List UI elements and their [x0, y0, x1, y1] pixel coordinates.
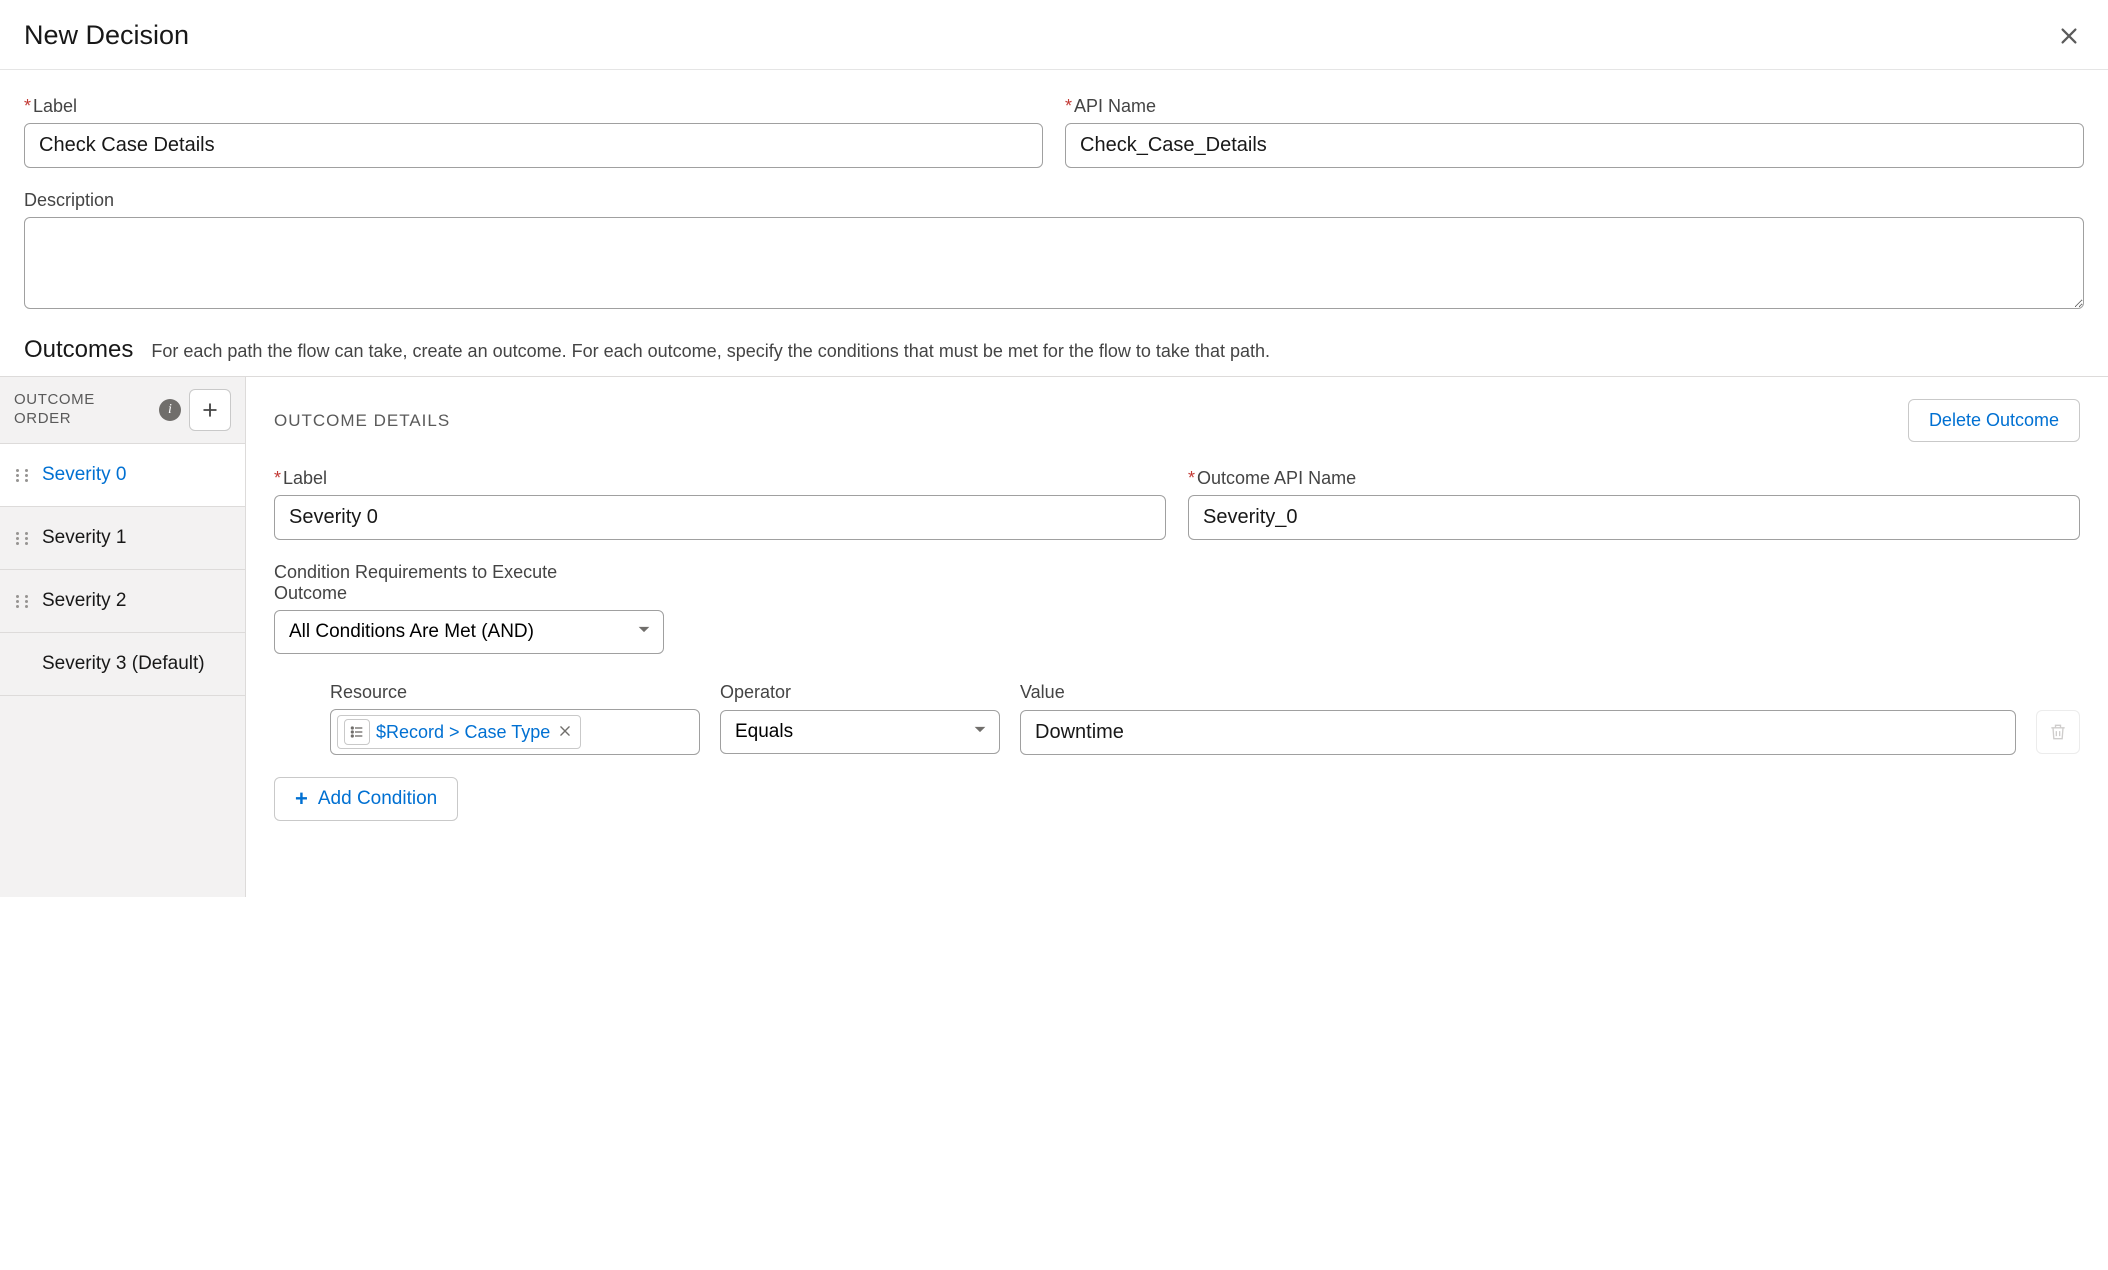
close-icon	[558, 724, 572, 738]
api-name-field-label: *API Name	[1065, 96, 2084, 117]
sidebar-item-severity-3-default[interactable]: Severity 3 (Default)	[0, 633, 245, 696]
drag-handle-icon[interactable]	[16, 532, 28, 545]
add-condition-label: Add Condition	[318, 788, 437, 810]
resource-input[interactable]: $Record > Case Type	[330, 709, 700, 755]
label-input[interactable]	[24, 123, 1043, 168]
sidebar-item-severity-0[interactable]: Severity 0	[0, 444, 245, 507]
label-field-label: *Label	[24, 96, 1043, 117]
delete-condition-button[interactable]	[2036, 710, 2080, 754]
value-input[interactable]	[1020, 710, 2016, 755]
description-input[interactable]	[24, 217, 2084, 309]
condition-row: $Record > Case Type Equals	[274, 709, 2080, 755]
plus-icon	[200, 400, 220, 420]
close-icon	[2058, 25, 2080, 47]
resource-column-label: Resource	[330, 682, 700, 703]
trash-icon	[2048, 722, 2068, 742]
outcome-api-name-field-label: *Outcome API Name	[1188, 468, 2080, 489]
condition-requirements-label: Condition Requirements to Execute Outcom…	[274, 562, 594, 604]
plus-icon: +	[295, 788, 308, 810]
api-name-input[interactable]	[1065, 123, 2084, 168]
sidebar-item-label: Severity 0	[42, 464, 126, 486]
description-field-label: Description	[24, 190, 2084, 211]
operator-column-label: Operator	[720, 682, 1000, 703]
sidebar-item-label: Severity 1	[42, 527, 126, 549]
delete-outcome-button[interactable]: Delete Outcome	[1908, 399, 2080, 442]
sidebar-item-label: Severity 3 (Default)	[42, 653, 205, 675]
close-button[interactable]	[2054, 21, 2084, 51]
outcome-label-input[interactable]	[274, 495, 1166, 540]
sidebar-item-severity-1[interactable]: Severity 1	[0, 507, 245, 570]
sidebar-item-label: Severity 2	[42, 590, 126, 612]
outcome-label-field-label: *Label	[274, 468, 1166, 489]
outcomes-section-title: Outcomes	[24, 336, 133, 364]
drag-handle-icon[interactable]	[16, 469, 28, 482]
resource-pill-text: $Record > Case Type	[376, 722, 550, 743]
outcome-api-name-input[interactable]	[1188, 495, 2080, 540]
value-column-label: Value	[1020, 682, 2080, 703]
add-outcome-button[interactable]	[189, 389, 231, 431]
operator-select[interactable]: Equals	[720, 710, 1000, 754]
resource-pill: $Record > Case Type	[337, 715, 581, 749]
add-condition-button[interactable]: + Add Condition	[274, 777, 458, 821]
outcomes-help-text: For each path the flow can take, create …	[151, 341, 1270, 362]
outcome-details-title: OUTCOME DETAILS	[274, 411, 450, 431]
condition-requirements-select[interactable]: All Conditions Are Met (AND)	[274, 610, 664, 654]
sidebar-item-severity-2[interactable]: Severity 2	[0, 570, 245, 633]
outcome-order-sidebar: OUTCOME ORDER i Severity 0 Severity 1 Se…	[0, 377, 246, 897]
modal-title: New Decision	[24, 20, 189, 51]
modal-header: New Decision	[0, 0, 2108, 70]
list-icon	[344, 719, 370, 745]
sidebar-header-title: OUTCOME ORDER	[14, 391, 151, 429]
drag-handle-icon[interactable]	[16, 595, 28, 608]
info-icon[interactable]: i	[159, 399, 181, 421]
remove-pill-button[interactable]	[556, 722, 574, 743]
